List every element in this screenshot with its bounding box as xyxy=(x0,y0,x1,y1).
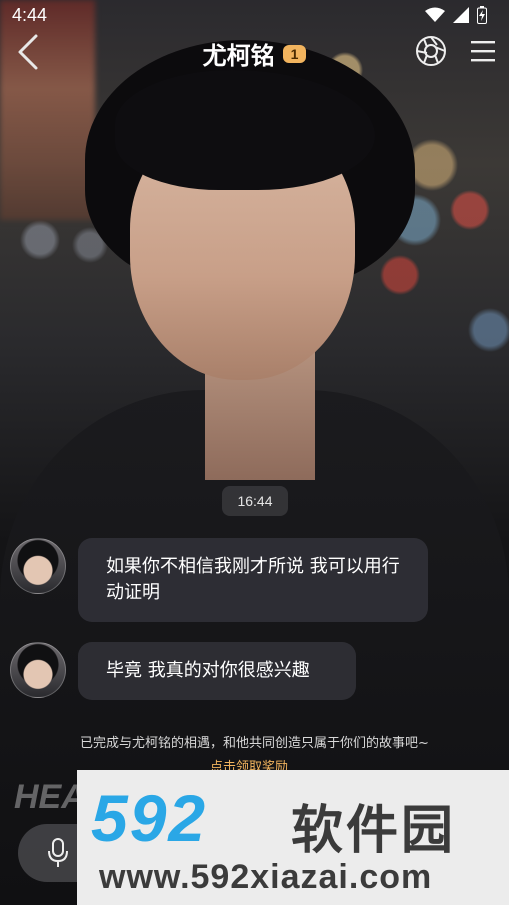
story-notice: 已完成与尤柯铭的相遇，和他共同创造只属于你们的故事吧~ xyxy=(80,736,429,751)
page-title: 尤柯铭 xyxy=(202,42,275,70)
battery-icon xyxy=(477,6,487,24)
menu-icon[interactable] xyxy=(471,40,495,62)
wifi-icon xyxy=(425,7,445,22)
watermark-text: 软件园 xyxy=(291,801,457,861)
watermark-logo: 592 软件园 xyxy=(91,781,501,861)
signal-icon xyxy=(453,7,469,23)
status-bar: 4:44 xyxy=(0,0,509,32)
message-bubble[interactable]: 如果你不相信我刚才所说 我可以用行动证明 xyxy=(78,538,428,622)
level-badge: 1 xyxy=(282,44,307,63)
camera-shutter-icon[interactable] xyxy=(414,34,448,68)
status-icons xyxy=(425,6,487,24)
avatar[interactable] xyxy=(10,538,66,594)
status-time: 4:44 xyxy=(12,5,48,25)
watermark-number: 592 xyxy=(91,781,208,855)
watermark: 592 软件园 www.592xiazai.com xyxy=(77,770,509,905)
shirt-print: HEA xyxy=(14,778,86,816)
chat-header: 尤柯铭 1 xyxy=(0,30,509,76)
message-bubble[interactable]: 毕竟 我真的对你很感兴趣 xyxy=(78,642,356,700)
watermark-url: www.592xiazai.com xyxy=(99,858,433,896)
avatar[interactable] xyxy=(10,642,66,698)
chat-timestamp: 16:44 xyxy=(222,486,288,516)
mic-icon xyxy=(48,838,68,867)
